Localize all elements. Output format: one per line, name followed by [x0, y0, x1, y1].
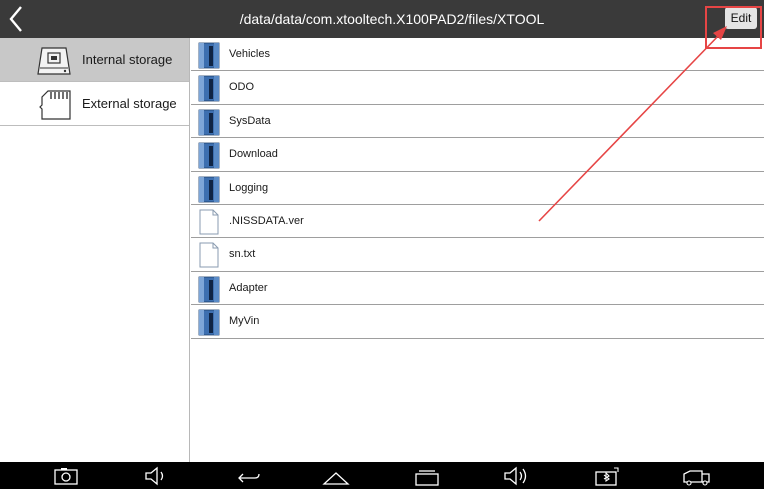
file-row-vehicles[interactable]: Vehicles — [191, 38, 764, 72]
file-name: Download — [229, 148, 278, 161]
file-row-nissdata-ver[interactable]: .NISSDATA.ver — [191, 205, 764, 239]
file-name: Logging — [229, 181, 269, 194]
file-name: .NISSDATA.ver — [229, 214, 304, 227]
file-name: MyVin — [229, 315, 260, 328]
nav-back-button[interactable] — [231, 465, 261, 487]
sidebar-item-external-storage[interactable]: External storage — [0, 82, 189, 126]
bluetooth-module-button[interactable] — [592, 465, 622, 487]
storage-sidebar: Internal storage External storage — [0, 38, 190, 462]
sidebar-item-label: External storage — [82, 96, 177, 111]
recent-apps-icon — [415, 470, 439, 486]
bluetooth-module-icon — [595, 467, 619, 486]
file-row-adapter[interactable]: Adapter — [191, 272, 764, 306]
folder-icon — [198, 109, 220, 136]
document-icon — [199, 209, 219, 235]
annotation-highlight-box — [705, 6, 762, 49]
screenshot-icon — [54, 468, 78, 485]
nav-recent-apps-button[interactable] — [412, 465, 442, 487]
file-row-myvin[interactable]: MyVin — [191, 305, 764, 339]
folder-icon — [198, 142, 220, 169]
file-name: Adapter — [229, 281, 268, 294]
file-name: sn.txt — [229, 248, 256, 261]
file-row-download[interactable]: Download — [191, 138, 764, 172]
volume-down-button[interactable] — [141, 465, 171, 487]
screenshot-button[interactable] — [51, 465, 81, 487]
folder-icon — [198, 42, 220, 69]
home-icon — [322, 472, 350, 485]
sd-card-icon — [39, 90, 71, 120]
sidebar-item-internal-storage[interactable]: Internal storage — [0, 38, 189, 82]
file-list: Vehicles ODO SysData Download Logging .N… — [191, 38, 764, 462]
file-name: ODO — [229, 81, 255, 94]
path-title: /data/data/com.xtooltech.X100PAD2/files/… — [239, 11, 545, 27]
file-row-logging[interactable]: Logging — [191, 172, 764, 205]
top-bar: /data/data/com.xtooltech.X100PAD2/files/… — [0, 0, 764, 38]
volume-up-icon — [504, 466, 527, 486]
volume-up-button[interactable] — [502, 465, 532, 487]
folder-icon — [198, 276, 220, 303]
file-name: SysData — [229, 114, 271, 127]
nav-home-button[interactable] — [321, 465, 351, 487]
volume-down-icon — [145, 466, 164, 486]
file-name: Vehicles — [229, 48, 270, 60]
document-icon — [199, 242, 219, 268]
back-icon — [238, 473, 260, 483]
folder-icon — [198, 75, 220, 102]
file-row-odo[interactable]: ODO — [191, 71, 764, 105]
vci-connector-button[interactable] — [682, 465, 712, 487]
sidebar-item-label: Internal storage — [82, 52, 173, 67]
folder-icon — [198, 309, 220, 336]
vci-connector-icon — [683, 470, 710, 486]
file-row-sysdata[interactable]: SysData — [191, 105, 764, 139]
system-nav-bar — [0, 462, 764, 489]
internal-storage-icon — [37, 47, 71, 75]
folder-icon — [198, 176, 220, 202]
file-row-sn-txt[interactable]: sn.txt — [191, 238, 764, 272]
